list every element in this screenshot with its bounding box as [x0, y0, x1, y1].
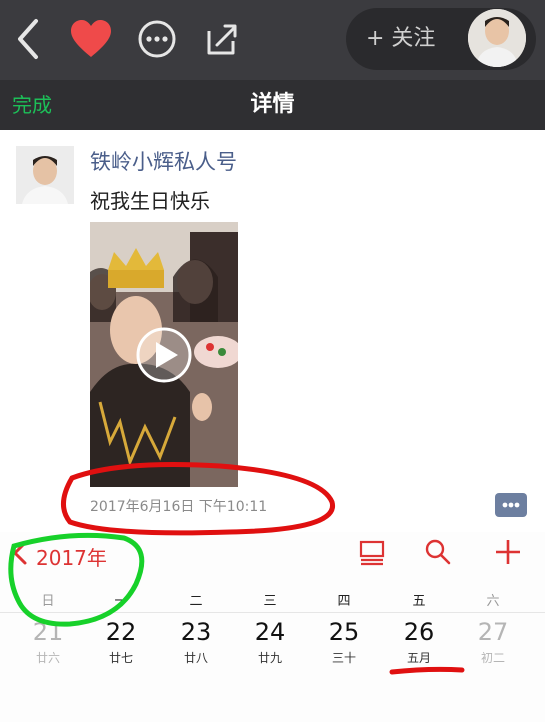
author-avatar-icon[interactable]	[468, 9, 526, 67]
calendar-day[interactable]: 24	[245, 618, 295, 646]
lunar-date: 廿九	[257, 651, 282, 665]
weekday-label: 四	[337, 594, 351, 609]
lunar-date: 五月	[406, 651, 431, 665]
lunar-date: 三十	[331, 651, 356, 665]
calendar-year[interactable]: 2017年	[36, 542, 107, 571]
calendar-add-icon[interactable]	[494, 538, 522, 573]
post-username[interactable]: 铁岭小辉私人号	[90, 146, 237, 176]
weekday-label: 一	[114, 594, 128, 609]
post-timestamp: 2017年6月16日 下午10:11	[90, 499, 268, 515]
weekday-label: 日	[41, 594, 55, 609]
lunar-date: 初二	[480, 651, 505, 665]
weekday-label: 六	[486, 594, 500, 609]
calendar-day[interactable]: 27	[468, 618, 518, 646]
weekday-label: 三	[263, 594, 277, 609]
share-icon[interactable]	[196, 14, 246, 64]
comment-more-button[interactable]	[495, 493, 527, 517]
calendar-day[interactable]: 23	[171, 618, 221, 646]
calendar-view-icon[interactable]	[358, 538, 386, 573]
calendar-day[interactable]: 26	[394, 618, 444, 646]
weekday-label: 二	[189, 594, 203, 609]
post-avatar-icon[interactable]	[16, 146, 74, 204]
page-title: 详情	[250, 92, 295, 117]
more-options-icon[interactable]	[132, 14, 182, 64]
calendar-day[interactable]: 21	[23, 618, 73, 646]
post-text: 祝我生日快乐	[90, 189, 210, 213]
lunar-date: 廿七	[108, 651, 133, 665]
lunar-date: 廿六	[35, 651, 60, 665]
calendar-day[interactable]: 25	[319, 618, 369, 646]
calendar-search-icon[interactable]	[424, 538, 452, 573]
back-icon[interactable]	[4, 14, 54, 64]
video-thumbnail[interactable]	[90, 222, 238, 487]
calendar-day[interactable]: 22	[96, 618, 146, 646]
follow-button[interactable]: + 关注	[366, 20, 435, 52]
lunar-date: 廿八	[183, 651, 208, 665]
weekday-label: 五	[412, 594, 426, 609]
heart-icon[interactable]	[66, 14, 116, 64]
calendar-back-icon[interactable]	[10, 540, 30, 572]
calendar-divider	[0, 612, 545, 613]
